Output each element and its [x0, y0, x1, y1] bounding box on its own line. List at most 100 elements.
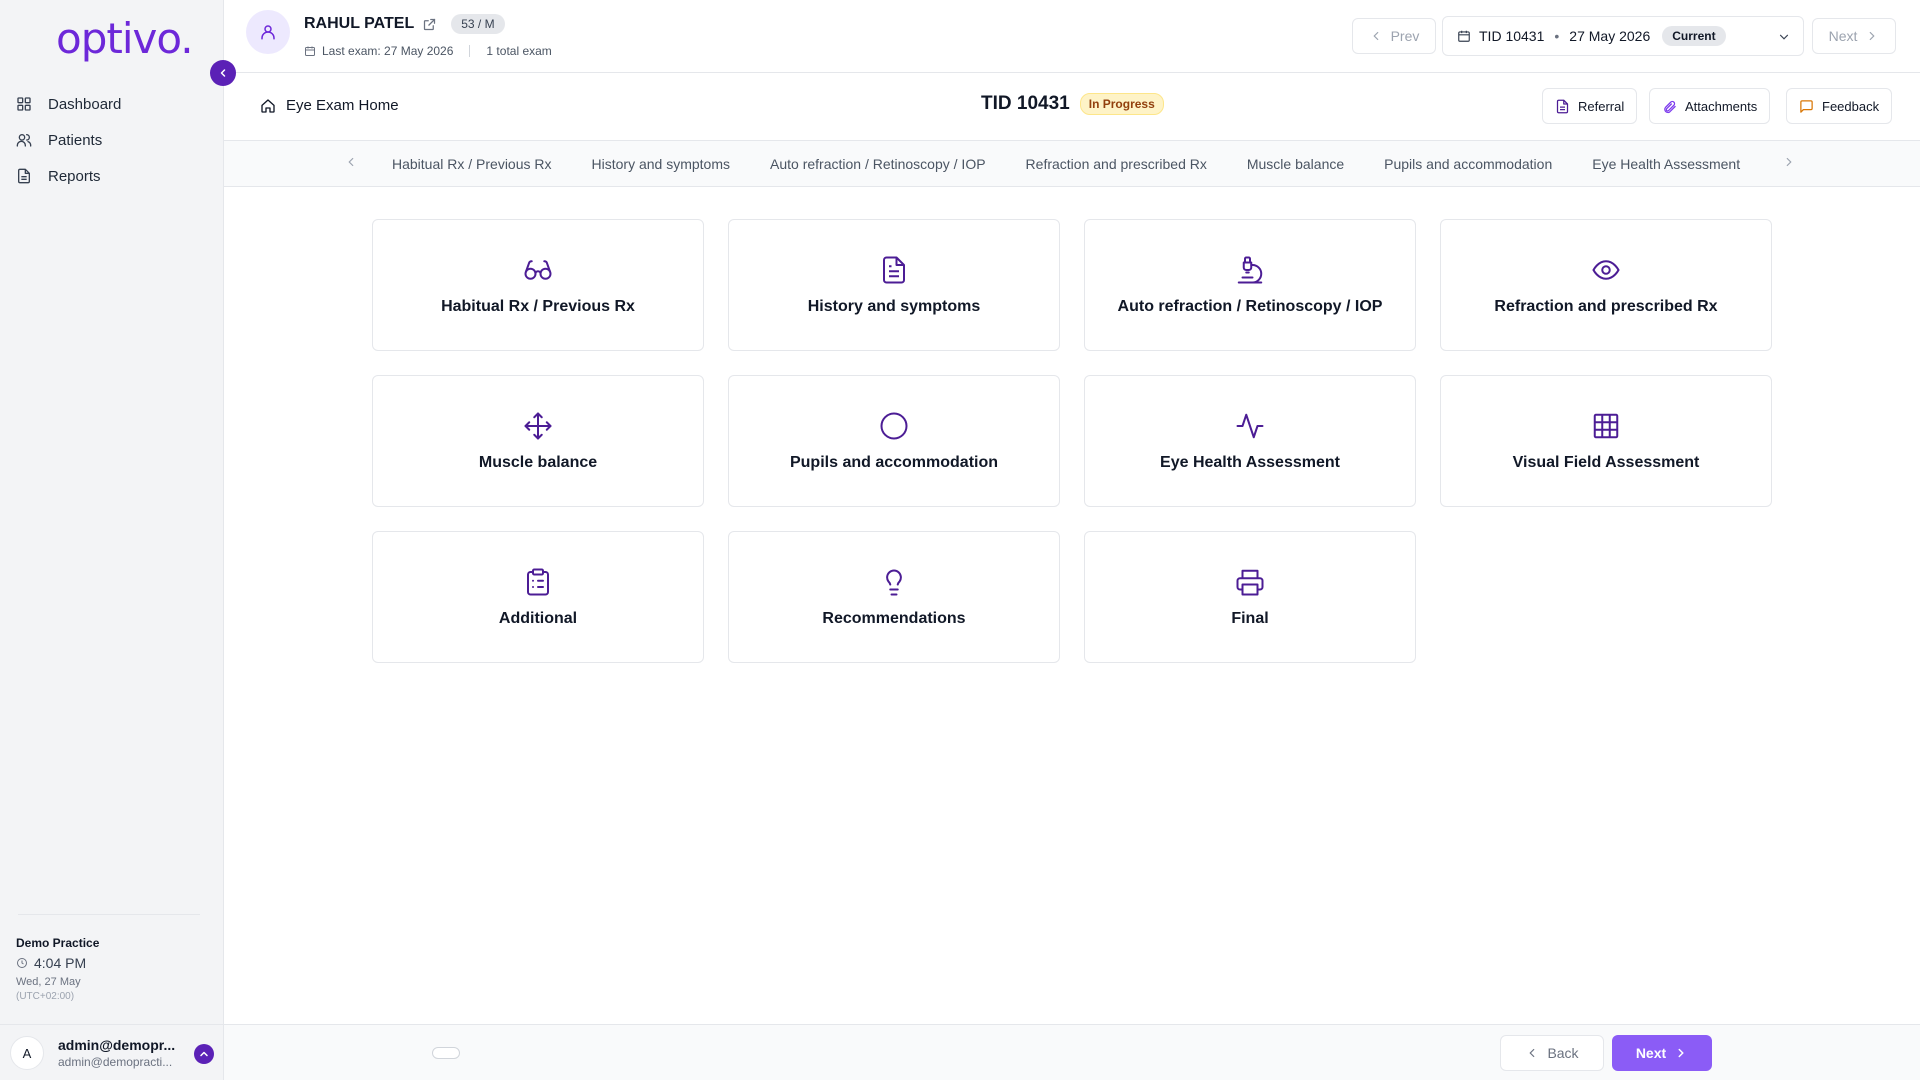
tab-pupils[interactable]: Pupils and accommodation — [1364, 156, 1572, 172]
user-name: admin@demopr... — [58, 1037, 176, 1053]
grid-icon — [17, 97, 31, 111]
sidebar-item-label: Patients — [48, 131, 103, 149]
back-button[interactable]: Back — [1500, 1035, 1604, 1071]
exam-header: Eye Exam Home TID 10431 In Progress Refe… — [224, 73, 1920, 141]
app-logo[interactable]: optivo. — [56, 14, 194, 63]
sidebar-divider — [0, 1024, 224, 1025]
circle-icon — [878, 410, 910, 442]
document-icon — [878, 254, 910, 286]
sidebar-item-label: Dashboard — [48, 95, 122, 113]
user-menu-toggle[interactable] — [194, 1044, 214, 1064]
tab-muscle-balance[interactable]: Muscle balance — [1227, 156, 1364, 172]
card-label: Refraction and prescribed Rx — [1494, 298, 1718, 315]
practice-info: Demo Practice 4:04 PM Wed, 27 May (UTC+0… — [16, 936, 99, 1002]
practice-name: Demo Practice — [16, 936, 100, 950]
feedback-label: Feedback — [1822, 98, 1880, 114]
home-icon — [261, 98, 275, 113]
feedback-button[interactable]: Feedback — [1786, 88, 1893, 124]
eye-icon — [1590, 254, 1622, 286]
sidebar-divider — [18, 914, 200, 915]
user-text: admin@demopr... admin@demopracti... — [58, 1037, 182, 1069]
chevron-left-icon — [1373, 31, 1378, 41]
total-exams: 1 total exam — [486, 44, 552, 58]
tab-history[interactable]: History and symptoms — [572, 156, 750, 172]
card-label: Muscle balance — [478, 454, 598, 471]
card-final[interactable]: Final — [1084, 531, 1416, 663]
collapse-sidebar-button[interactable] — [210, 60, 236, 86]
sidebar-nav: Dashboard Patients Reports — [0, 86, 224, 194]
calendar-icon — [305, 46, 315, 56]
card-label: Recommendations — [822, 610, 966, 627]
file-icon — [18, 168, 30, 184]
card-recommendations[interactable]: Recommendations — [728, 531, 1060, 663]
exam-selector[interactable]: TID 10431 • 27 May 2026 Current — [1442, 16, 1804, 56]
open-patient-button[interactable] — [422, 17, 437, 32]
chevron-up-icon — [200, 1051, 208, 1057]
next-exam-label: Next — [1828, 28, 1858, 44]
practice-date: Wed, 27 May — [16, 976, 81, 988]
practice-time-text: 4:04 PM — [34, 955, 87, 971]
tab-eye-health[interactable]: Eye Health Assessment — [1572, 156, 1760, 172]
age-sex-badge: 53 / M — [451, 14, 505, 34]
card-additional[interactable]: Additional — [372, 531, 704, 663]
card-visual-field[interactable]: Visual Field Assessment — [1440, 375, 1772, 507]
user-icon — [261, 25, 275, 40]
user-menu[interactable]: A admin@demopr... admin@demopracti... — [10, 1036, 214, 1070]
footer-bar: Back Next — [224, 1024, 1920, 1080]
paperclip-icon — [1664, 100, 1676, 113]
card-label: Final — [1231, 610, 1269, 627]
tab-habitual-rx[interactable]: Habitual Rx / Previous Rx — [372, 156, 572, 172]
sidebar: optivo. Dashboard Patients Reports Demo … — [0, 0, 236, 1080]
section-tabs: Habitual Rx / Previous Rx History and sy… — [224, 141, 1920, 187]
attachments-button[interactable]: Attachments — [1649, 88, 1771, 124]
card-history[interactable]: History and symptoms — [728, 219, 1060, 351]
calendar-icon — [1458, 30, 1470, 42]
card-refraction[interactable]: Refraction and prescribed Rx — [1440, 219, 1772, 351]
tab-auto-refraction[interactable]: Auto refraction / Retinoscopy / IOP — [750, 156, 1006, 172]
next-exam-button[interactable]: Next — [1812, 18, 1896, 54]
chevron-right-icon — [1870, 31, 1875, 41]
patient-name: RAHUL PATEL — [304, 15, 415, 32]
status-badge: In Progress — [1079, 93, 1164, 115]
card-label: Visual Field Assessment — [1512, 454, 1700, 471]
chevron-left-icon — [1529, 1048, 1535, 1058]
chevron-right-icon — [1678, 1048, 1684, 1058]
eye-exam-home-link[interactable]: Eye Exam Home — [260, 97, 399, 114]
users-icon — [16, 134, 32, 147]
card-label: Habitual Rx / Previous Rx — [441, 298, 635, 315]
card-auto-refraction[interactable]: Auto refraction / Retinoscopy / IOP — [1084, 219, 1416, 351]
toggle-pill[interactable] — [432, 1047, 460, 1059]
clipboard-icon — [522, 566, 554, 598]
tab-refraction[interactable]: Refraction and prescribed Rx — [1006, 156, 1227, 172]
grid-table-icon — [1590, 410, 1622, 442]
referral-label: Referral — [1578, 98, 1625, 114]
tab-list: Habitual Rx / Previous Rx History and sy… — [372, 141, 1772, 187]
card-label: Auto refraction / Retinoscopy / IOP — [1117, 298, 1383, 315]
chevron-right-icon[interactable] — [1782, 155, 1796, 169]
exam-selector-tid: TID 10431 — [1479, 28, 1545, 44]
document-icon — [1556, 99, 1569, 113]
exam-selector-date: 27 May 2026 — [1569, 28, 1651, 44]
glasses-icon — [522, 254, 554, 286]
card-eye-health[interactable]: Eye Health Assessment — [1084, 375, 1416, 507]
card-habitual-rx[interactable]: Habitual Rx / Previous Rx — [372, 219, 704, 351]
card-label: Pupils and accommodation — [789, 454, 999, 471]
chevron-left-icon[interactable] — [344, 155, 358, 169]
sidebar-item-reports[interactable]: Reports — [0, 158, 224, 194]
card-label: Additional — [498, 610, 578, 627]
message-square-icon — [1800, 99, 1813, 113]
card-label: History and symptoms — [807, 298, 981, 315]
card-label: Eye Health Assessment — [1160, 454, 1340, 471]
card-muscle-balance[interactable]: Muscle balance — [372, 375, 704, 507]
next-button[interactable]: Next — [1612, 1035, 1712, 1071]
referral-button[interactable]: Referral — [1542, 88, 1638, 124]
practice-timezone: (UTC+02:00) — [16, 991, 75, 1002]
sidebar-item-dashboard[interactable]: Dashboard — [0, 86, 224, 122]
card-pupils[interactable]: Pupils and accommodation — [728, 375, 1060, 507]
prev-exam-button[interactable]: Prev — [1352, 18, 1436, 54]
sidebar-item-patients[interactable]: Patients — [0, 122, 224, 158]
chevron-down-icon — [1779, 34, 1789, 40]
patient-name-row: RAHUL PATEL 53 / M — [304, 14, 505, 34]
user-email: admin@demopracti... — [58, 1055, 173, 1069]
patient-meta: Last exam: 27 May 2026 1 total exam — [304, 44, 552, 58]
